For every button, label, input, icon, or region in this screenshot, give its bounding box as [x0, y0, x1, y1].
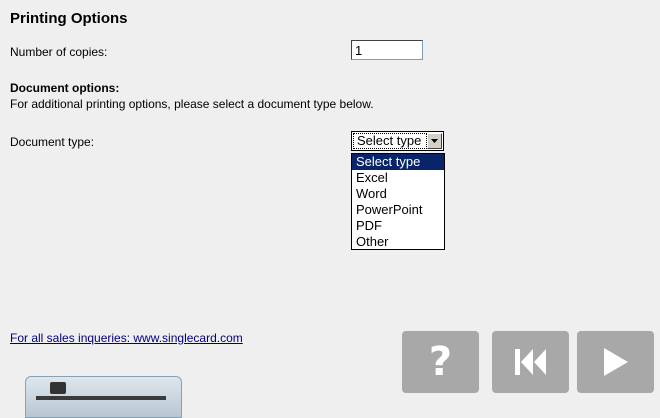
document-options-heading: Document options:	[10, 81, 120, 95]
document-type-dropdown-list: Select type Excel Word PowerPoint PDF Ot…	[351, 153, 445, 250]
document-type-label: Document type:	[10, 135, 95, 149]
next-button[interactable]	[577, 331, 654, 393]
document-options-help: For additional printing options, please …	[10, 97, 374, 111]
back-to-start-button[interactable]	[492, 331, 569, 393]
dropdown-arrow-icon[interactable]	[427, 133, 442, 149]
copies-label: Number of copies:	[10, 45, 108, 59]
question-mark-icon: ?	[428, 339, 453, 385]
smart-card-image	[25, 376, 182, 418]
option-excel[interactable]: Excel	[352, 170, 444, 186]
card-stripe	[36, 396, 166, 400]
help-button[interactable]: ?	[402, 331, 479, 393]
option-pdf[interactable]: PDF	[352, 218, 444, 234]
option-select-type[interactable]: Select type	[352, 154, 444, 170]
skip-to-start-icon	[514, 349, 546, 375]
document-type-select[interactable]: Select type	[351, 131, 444, 151]
page-title: Printing Options	[10, 10, 128, 27]
document-type-selected-value: Select type	[353, 133, 427, 149]
copies-input[interactable]	[351, 40, 423, 60]
play-forward-icon	[603, 348, 628, 376]
card-chip-icon	[50, 382, 66, 394]
option-other[interactable]: Other	[352, 234, 444, 250]
option-powerpoint[interactable]: PowerPoint	[352, 202, 444, 218]
sales-inquiries-link[interactable]: For all sales inqueries: www.singlecard.…	[10, 331, 243, 345]
option-word[interactable]: Word	[352, 186, 444, 202]
